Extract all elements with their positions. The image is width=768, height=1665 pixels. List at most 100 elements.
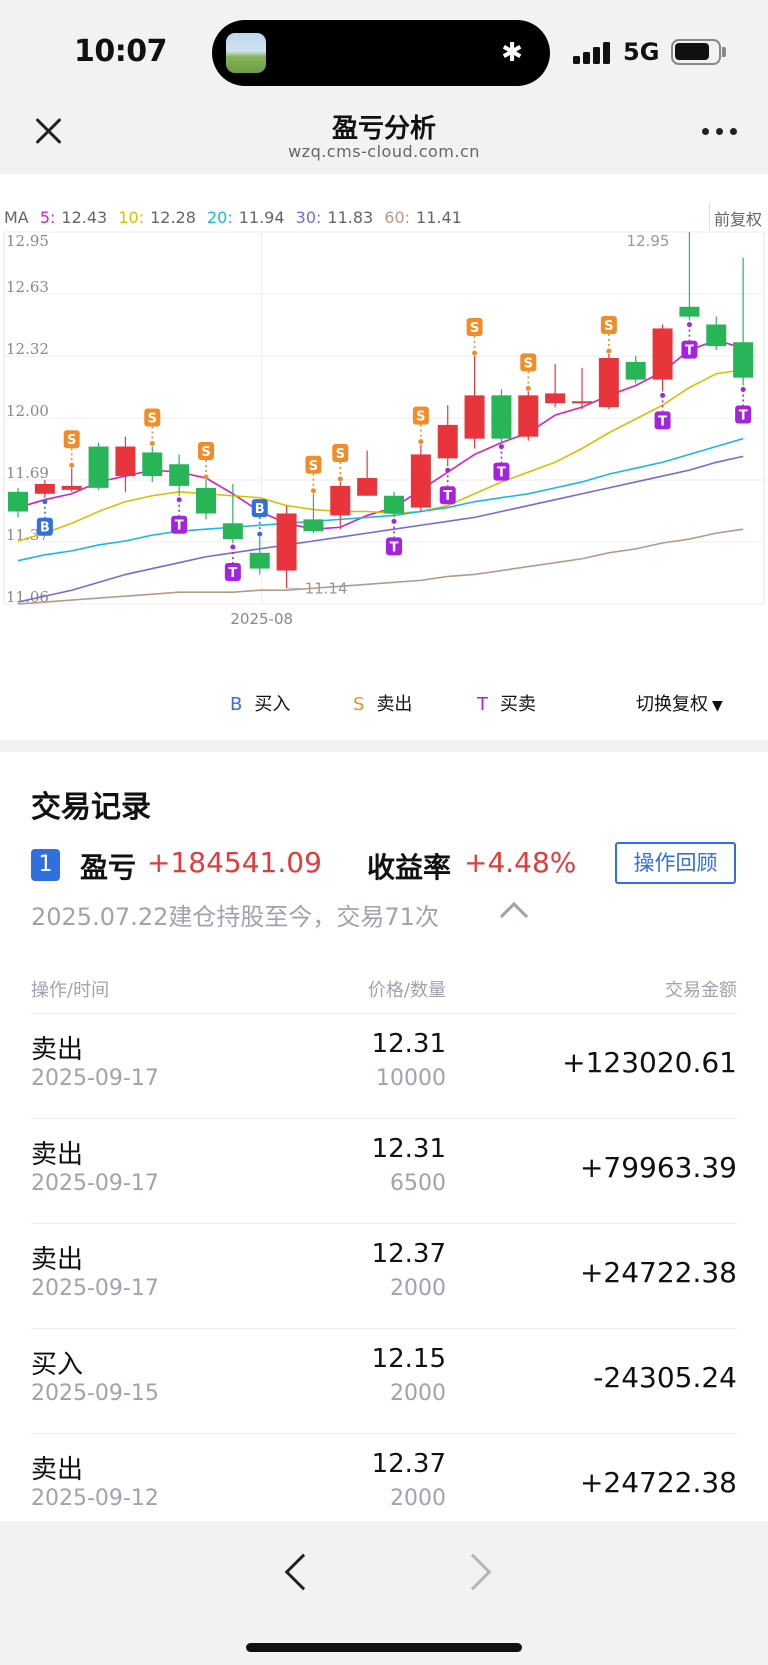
marker-dot: [149, 441, 155, 447]
candle-body: [625, 361, 646, 380]
row-action: 卖出: [31, 1035, 84, 1065]
status-time: 10:07: [74, 34, 168, 69]
home-indicator[interactable]: [246, 1643, 522, 1652]
table-row[interactable]: 卖出 2025-09-17 12.31 10000 +123020.61: [0, 1014, 768, 1119]
row-amount: +24722.38: [579, 1256, 737, 1289]
return-rate-value: +4.48%: [464, 846, 577, 879]
trade-marker-label: S: [148, 412, 157, 427]
trade-marker-label: T: [390, 540, 399, 555]
row-date: 2025-09-12: [31, 1486, 159, 1511]
marker-dot: [660, 392, 666, 398]
y-tick-label: 12.00: [6, 402, 49, 420]
candle-body: [222, 523, 243, 540]
section-title: 交易记录: [31, 790, 151, 825]
holding-info: 2025.07.22建仓持股至今，交易71次: [31, 903, 439, 931]
row-amount: +123020.61: [562, 1046, 737, 1079]
trade-marker-label: B: [40, 521, 50, 536]
ma20-value: 11.94: [238, 208, 285, 227]
trade-marker-label: S: [67, 433, 76, 448]
marker-dot: [69, 462, 75, 468]
review-button[interactable]: 操作回顾: [615, 842, 736, 884]
marker-dot: [418, 439, 424, 445]
network-type: 5G: [623, 38, 660, 66]
ma20-key: 20:: [206, 208, 233, 227]
row-action: 卖出: [31, 1245, 84, 1275]
marker-dot: [391, 518, 397, 524]
candle-body: [276, 513, 297, 571]
ma-label: MA: [4, 208, 29, 227]
candle-body: [357, 478, 378, 496]
status-bar: 10:07 ✱ 5G: [0, 0, 768, 100]
row-quantity: 6500: [390, 1171, 446, 1196]
candle-body: [142, 452, 163, 477]
marker-dot: [686, 322, 692, 328]
switch-adjust-button[interactable]: 切换复权 ▼: [636, 690, 723, 716]
row-date: 2025-09-17: [31, 1066, 159, 1091]
row-quantity: 2000: [390, 1381, 446, 1406]
y-tick-label: 12.32: [6, 340, 49, 358]
forward-icon[interactable]: [454, 1553, 492, 1591]
row-action: 买入: [31, 1350, 84, 1380]
header-price-qty: 价格/数量: [367, 980, 446, 1001]
marker-dot: [42, 499, 48, 505]
page-title: 盈亏分析: [331, 114, 436, 144]
candlestick-chart[interactable]: 12.9512.6312.3212.0011.6911.3711.062025-…: [0, 230, 768, 670]
candle-body: [545, 393, 566, 404]
app-thumbnail-icon[interactable]: [226, 33, 266, 73]
chevron-up-icon[interactable]: [499, 901, 529, 931]
marker-dot: [472, 350, 478, 356]
candle-body: [598, 357, 619, 408]
battery-tip: [722, 47, 726, 57]
back-icon[interactable]: [284, 1553, 322, 1591]
return-rate-label: 收益率: [367, 851, 452, 884]
x-tick-label: 2025-08: [230, 610, 293, 628]
row-date: 2025-09-17: [31, 1276, 159, 1301]
candle-body: [733, 342, 754, 378]
trade-records-card: 交易记录 1 盈亏 +184541.09 收益率 +4.48% 操作回顾 202…: [0, 752, 768, 1522]
browser-toolbar: [0, 1521, 768, 1665]
table-row[interactable]: 买入 2025-09-15 12.15 2000 -24305.24: [0, 1329, 768, 1434]
more-icon[interactable]: [702, 128, 738, 138]
trade-marker-label: S: [309, 459, 318, 474]
candle-body: [384, 495, 404, 514]
marker-dot: [230, 544, 236, 550]
trade-marker-label: T: [497, 466, 506, 481]
candle-body: [115, 446, 136, 477]
battery-icon: [671, 39, 721, 65]
max-price-label: 12.95: [626, 232, 669, 250]
candle-body: [491, 395, 512, 439]
marker-dot: [525, 385, 531, 391]
legend-trade: T 买卖: [477, 690, 536, 716]
marker-dot: [445, 467, 451, 473]
row-quantity: 10000: [376, 1066, 446, 1091]
candle-body: [169, 464, 190, 486]
legend-buy-mark: B: [230, 694, 243, 715]
profit-loss-value: +184541.09: [147, 846, 322, 879]
candle-body: [652, 328, 673, 380]
row-quantity: 2000: [390, 1486, 446, 1511]
legend-sell: S 卖出: [353, 690, 412, 716]
table-row[interactable]: 卖出 2025-09-17 12.31 6500 +79963.39: [0, 1119, 768, 1224]
row-amount: +24722.38: [579, 1466, 737, 1499]
page-url: wzq.cms-cloud.com.cn: [288, 142, 480, 161]
legend-buy: B 买入: [230, 690, 290, 716]
row-date: 2025-09-17: [31, 1171, 159, 1196]
y-tick-label: 12.63: [6, 278, 49, 296]
header-op-time: 操作/时间: [31, 980, 110, 1001]
table-row[interactable]: 卖出 2025-09-17 12.37 2000 +24722.38: [0, 1224, 768, 1329]
caret-down-icon: ▼: [712, 698, 723, 714]
ma5-key: 5:: [39, 208, 56, 227]
y-tick-label: 11.69: [6, 464, 49, 482]
row-amount: +79963.39: [579, 1151, 737, 1184]
row-price: 12.37: [371, 1239, 446, 1269]
marker-dot: [176, 497, 182, 503]
ma10-key: 10:: [118, 208, 145, 227]
legend-sell-text: 卖出: [376, 694, 413, 715]
dynamic-island[interactable]: ✱: [212, 20, 550, 86]
marker-dot: [203, 474, 209, 480]
trade-marker-label: S: [416, 410, 425, 425]
bluetooth-icon: ✱: [501, 38, 523, 68]
nav-bar: 盈亏分析 wzq.cms-cloud.com.cn: [0, 100, 768, 174]
adjust-mode-label[interactable]: 前复权: [708, 203, 766, 231]
candle-body: [410, 454, 431, 508]
